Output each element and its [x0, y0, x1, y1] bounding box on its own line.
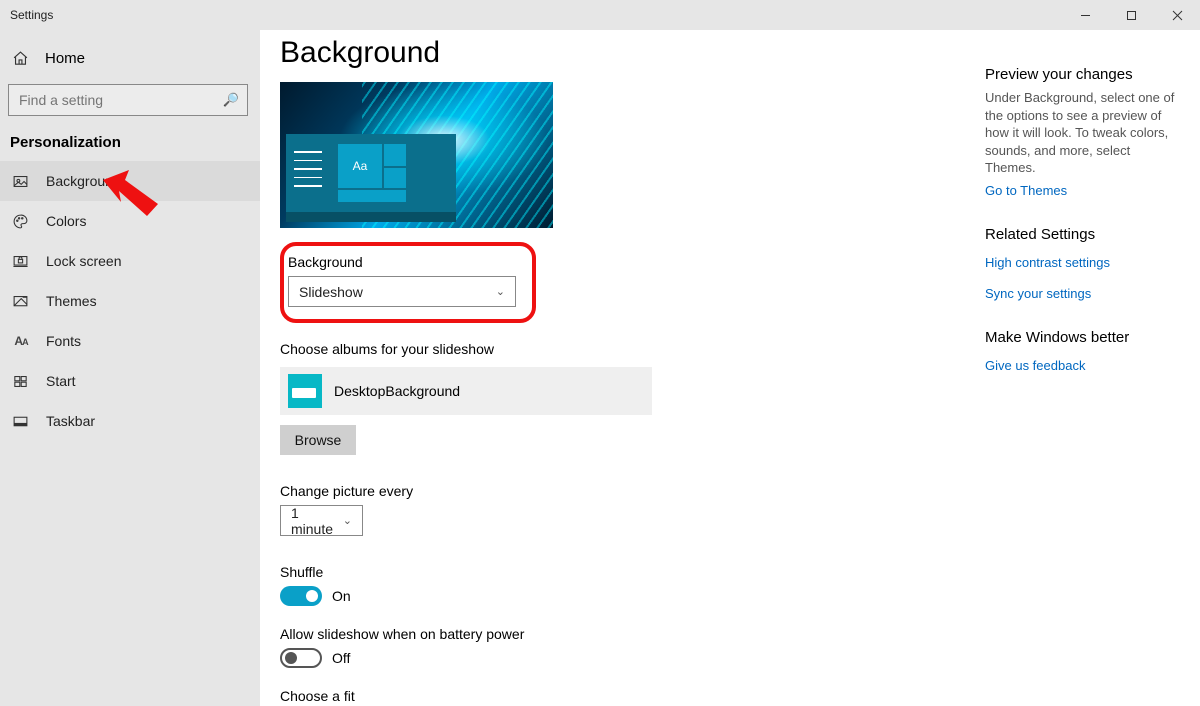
- sidebar-item-label: Colors: [46, 213, 86, 229]
- shuffle-state: On: [332, 588, 351, 604]
- start-icon: [12, 373, 30, 390]
- change-every-dropdown[interactable]: 1 minute ⌄: [280, 505, 363, 536]
- picture-icon: [12, 173, 30, 190]
- related-settings-title: Related Settings: [985, 226, 1184, 243]
- sidebar-item-label: Themes: [46, 293, 97, 309]
- shuffle-toggle[interactable]: [280, 586, 322, 606]
- search-field[interactable]: [17, 91, 223, 109]
- battery-label: Allow slideshow when on battery power: [280, 626, 985, 642]
- link-high-contrast[interactable]: High contrast settings: [985, 255, 1110, 270]
- sidebar-item-label: Lock screen: [46, 253, 121, 269]
- minimize-icon: [1080, 10, 1091, 21]
- search-input[interactable]: 🔍: [8, 84, 248, 116]
- close-button[interactable]: [1154, 0, 1200, 30]
- right-panel: Preview your changes Under Background, s…: [985, 30, 1200, 706]
- sidebar-item-background[interactable]: Background: [0, 161, 260, 201]
- maximize-icon: [1126, 10, 1137, 21]
- window-title: Settings: [0, 8, 53, 22]
- link-go-to-themes[interactable]: Go to Themes: [985, 183, 1067, 198]
- themes-icon: [12, 293, 30, 310]
- browse-button[interactable]: Browse: [280, 425, 356, 455]
- minimize-button[interactable]: [1062, 0, 1108, 30]
- albums-label: Choose albums for your slideshow: [280, 341, 985, 357]
- chevron-down-icon: ⌄: [496, 285, 505, 298]
- home-button[interactable]: Home: [0, 38, 260, 78]
- preview-help-body: Under Background, select one of the opti…: [985, 89, 1184, 177]
- sidebar-item-label: Fonts: [46, 333, 81, 349]
- chevron-down-icon: ⌄: [343, 514, 352, 527]
- annotation-highlight: Background Slideshow ⌄: [280, 242, 536, 323]
- battery-toggle[interactable]: [280, 648, 322, 668]
- link-sync-settings[interactable]: Sync your settings: [985, 286, 1091, 301]
- change-every-label: Change picture every: [280, 483, 985, 499]
- sidebar-item-fonts[interactable]: AA Fonts: [0, 321, 260, 361]
- album-item[interactable]: DesktopBackground: [280, 367, 652, 415]
- album-thumbnail-icon: [288, 374, 322, 408]
- palette-icon: [12, 213, 30, 230]
- preview-help-title: Preview your changes: [985, 66, 1184, 83]
- sidebar-item-themes[interactable]: Themes: [0, 281, 260, 321]
- shuffle-label: Shuffle: [280, 564, 985, 580]
- sidebar-item-label: Start: [46, 373, 76, 389]
- fit-label: Choose a fit: [280, 688, 985, 704]
- taskbar-icon: [12, 413, 30, 430]
- link-feedback[interactable]: Give us feedback: [985, 358, 1085, 373]
- background-dropdown-value: Slideshow: [299, 284, 363, 300]
- background-preview: Aa: [280, 82, 553, 228]
- sidebar-item-label: Taskbar: [46, 413, 95, 429]
- sidebar-section-title: Personalization: [0, 126, 260, 161]
- preview-tile: Aa: [338, 144, 382, 188]
- page-title: Background: [280, 36, 985, 70]
- make-better-title: Make Windows better: [985, 329, 1184, 346]
- sidebar-item-taskbar[interactable]: Taskbar: [0, 401, 260, 441]
- sidebar-item-start[interactable]: Start: [0, 361, 260, 401]
- fonts-icon: AA: [12, 334, 30, 348]
- background-dropdown[interactable]: Slideshow ⌄: [288, 276, 516, 307]
- titlebar: Settings: [0, 0, 1200, 30]
- home-icon: [12, 50, 29, 67]
- change-every-value: 1 minute: [291, 505, 343, 537]
- close-icon: [1172, 10, 1183, 21]
- window-controls: [1062, 0, 1200, 30]
- sidebar-item-lockscreen[interactable]: Lock screen: [0, 241, 260, 281]
- battery-state: Off: [332, 650, 350, 666]
- home-label: Home: [45, 50, 85, 67]
- maximize-button[interactable]: [1108, 0, 1154, 30]
- sidebar-item-label: Background: [46, 173, 121, 189]
- sidebar-item-colors[interactable]: Colors: [0, 201, 260, 241]
- main-content: Background Aa Background Slideshow ⌄: [260, 30, 1200, 706]
- album-name: DesktopBackground: [334, 383, 460, 399]
- search-icon: 🔍: [223, 92, 239, 108]
- background-dropdown-label: Background: [288, 254, 518, 270]
- lockscreen-icon: [12, 253, 30, 270]
- sidebar: Home 🔍 Personalization Background C: [0, 30, 260, 706]
